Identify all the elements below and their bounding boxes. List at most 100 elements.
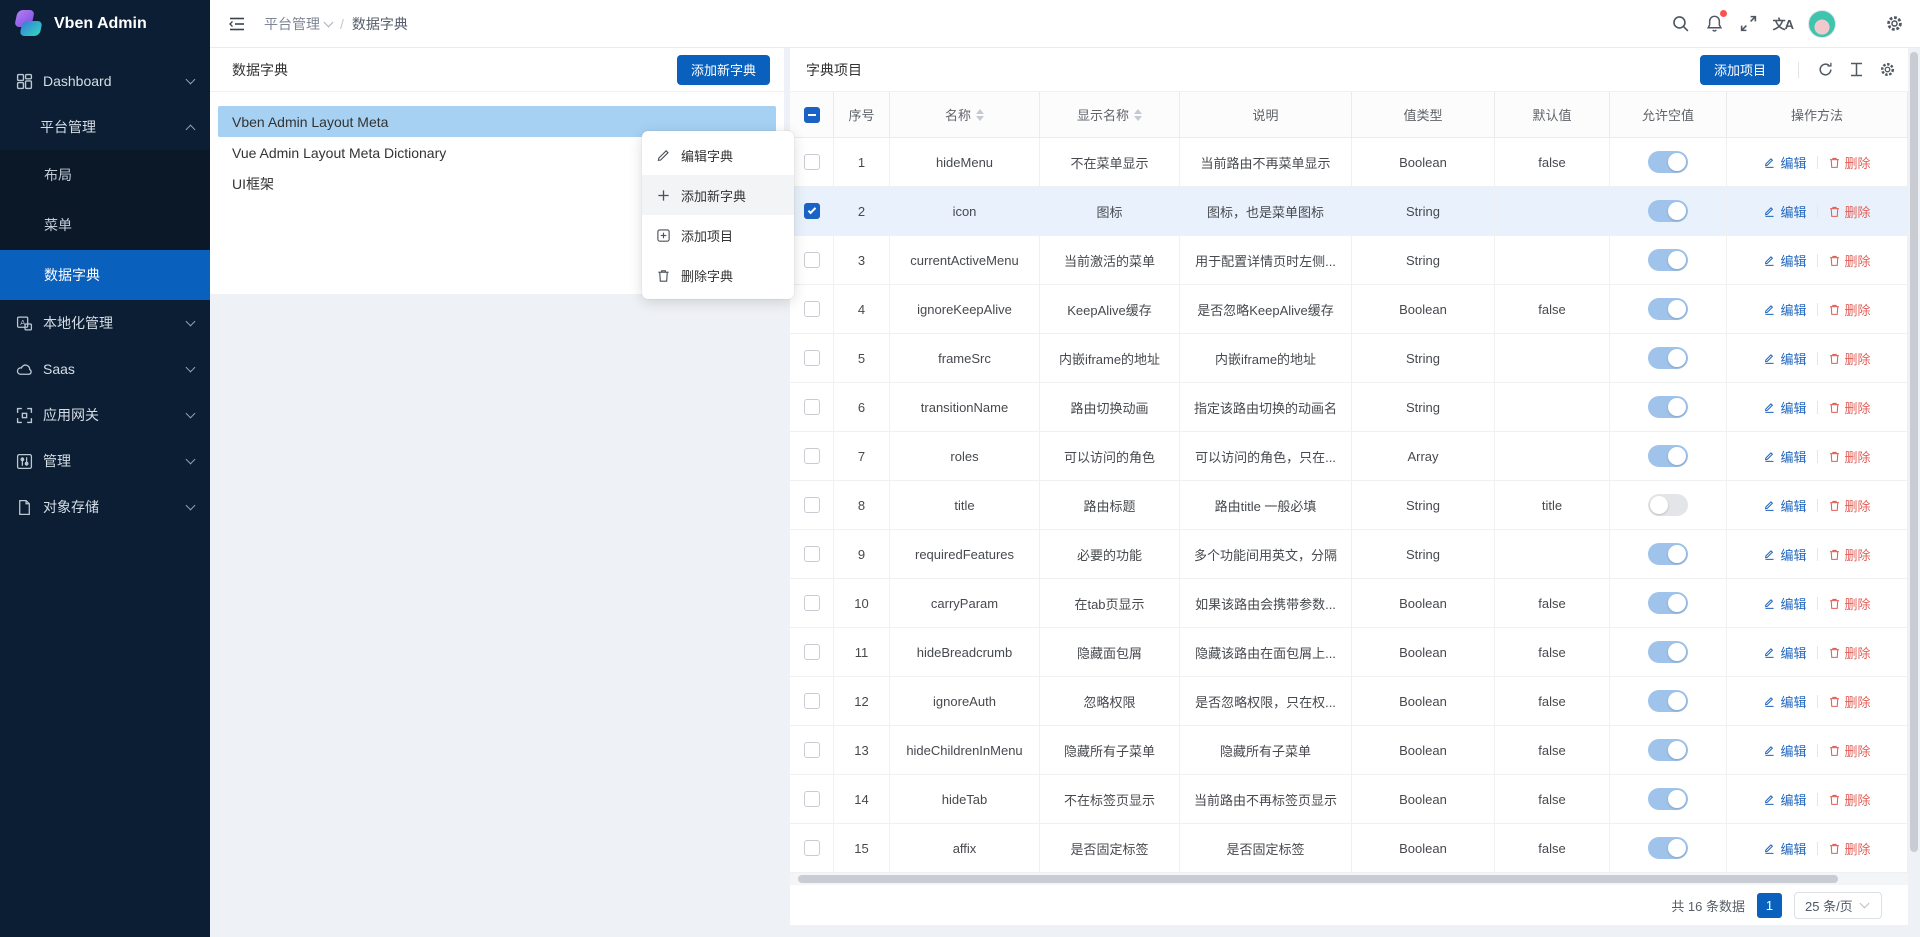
allow-empty-toggle[interactable] bbox=[1648, 837, 1688, 859]
edit-button[interactable]: 编辑 bbox=[1763, 496, 1806, 515]
sidebar-item-manage[interactable]: 管理 bbox=[0, 438, 210, 484]
horizontal-scrollbar[interactable] bbox=[790, 873, 1908, 885]
delete-button[interactable]: 删除 bbox=[1828, 741, 1871, 760]
sidebar-item-layout[interactable]: 布局 bbox=[0, 150, 210, 200]
column-header-display-name[interactable]: 显示名称 bbox=[1040, 92, 1180, 137]
row-checkbox[interactable] bbox=[804, 595, 820, 611]
allow-empty-toggle[interactable] bbox=[1648, 445, 1688, 467]
row-checkbox[interactable] bbox=[804, 399, 820, 415]
edit-button[interactable]: 编辑 bbox=[1763, 790, 1806, 809]
sort-icon[interactable] bbox=[1134, 109, 1142, 121]
column-header-name[interactable]: 名称 bbox=[890, 92, 1040, 137]
row-checkbox[interactable] bbox=[804, 203, 820, 219]
edit-button[interactable]: 编辑 bbox=[1763, 153, 1806, 172]
menu-fold-icon[interactable] bbox=[228, 15, 246, 33]
fullscreen-icon[interactable] bbox=[1739, 14, 1758, 33]
gear-icon[interactable] bbox=[1879, 61, 1896, 78]
search-icon[interactable] bbox=[1671, 14, 1690, 33]
delete-button[interactable]: 删除 bbox=[1828, 300, 1871, 319]
add-item-button[interactable]: 添加项目 bbox=[1700, 55, 1780, 85]
row-height-icon[interactable] bbox=[1848, 61, 1865, 78]
allow-empty-toggle[interactable] bbox=[1648, 347, 1688, 369]
edit-button[interactable]: 编辑 bbox=[1763, 447, 1806, 466]
allow-empty-toggle[interactable] bbox=[1648, 592, 1688, 614]
breadcrumb-item-platform[interactable]: 平台管理 bbox=[264, 14, 332, 34]
edit-button[interactable]: 编辑 bbox=[1763, 545, 1806, 564]
sidebar-item-data-dictionary[interactable]: 数据字典 bbox=[0, 250, 210, 300]
edit-button[interactable]: 编辑 bbox=[1763, 398, 1806, 417]
sidebar-item-menu[interactable]: 菜单 bbox=[0, 200, 210, 250]
sidebar-item-saas[interactable]: Saas bbox=[0, 346, 210, 392]
delete-button[interactable]: 删除 bbox=[1828, 692, 1871, 711]
row-checkbox[interactable] bbox=[804, 350, 820, 366]
row-checkbox[interactable] bbox=[804, 497, 820, 513]
logo[interactable]: Vben Admin bbox=[0, 0, 210, 48]
row-checkbox[interactable] bbox=[804, 301, 820, 317]
allow-empty-toggle[interactable] bbox=[1648, 690, 1688, 712]
delete-button[interactable]: 删除 bbox=[1828, 349, 1871, 368]
delete-button[interactable]: 删除 bbox=[1828, 643, 1871, 662]
delete-button[interactable]: 删除 bbox=[1828, 153, 1871, 172]
vertical-scrollbar[interactable] bbox=[1910, 52, 1918, 932]
delete-button[interactable]: 删除 bbox=[1828, 839, 1871, 858]
delete-button[interactable]: 删除 bbox=[1828, 447, 1871, 466]
add-dictionary-button[interactable]: 添加新字典 bbox=[677, 55, 770, 85]
select-all-checkbox[interactable] bbox=[804, 107, 820, 123]
sidebar-item-object-storage[interactable]: 对象存储 bbox=[0, 484, 210, 530]
allow-empty-toggle[interactable] bbox=[1648, 788, 1688, 810]
delete-button[interactable]: 删除 bbox=[1828, 202, 1871, 221]
row-checkbox[interactable] bbox=[804, 791, 820, 807]
allow-empty-toggle[interactable] bbox=[1648, 249, 1688, 271]
allow-empty-toggle[interactable] bbox=[1648, 200, 1688, 222]
row-checkbox[interactable] bbox=[804, 693, 820, 709]
edit-button[interactable]: 编辑 bbox=[1763, 594, 1806, 613]
row-checkbox[interactable] bbox=[804, 448, 820, 464]
row-checkbox[interactable] bbox=[804, 742, 820, 758]
delete-button[interactable]: 删除 bbox=[1828, 594, 1871, 613]
edit-button[interactable]: 编辑 bbox=[1763, 692, 1806, 711]
allow-empty-toggle[interactable] bbox=[1648, 151, 1688, 173]
avatar[interactable] bbox=[1808, 10, 1836, 38]
context-menu-add-item[interactable]: 添加项目 bbox=[642, 215, 794, 255]
edit-button[interactable]: 编辑 bbox=[1763, 349, 1806, 368]
allow-empty-toggle[interactable] bbox=[1648, 494, 1688, 516]
edit-button[interactable]: 编辑 bbox=[1763, 741, 1806, 760]
edit-button[interactable]: 编辑 bbox=[1763, 643, 1806, 662]
horizontal-scrollbar-thumb[interactable] bbox=[798, 875, 1838, 883]
page-size-select[interactable]: 25 条/页 bbox=[1794, 892, 1882, 919]
row-checkbox[interactable] bbox=[804, 252, 820, 268]
sidebar-group-platform[interactable]: 平台管理 bbox=[0, 104, 210, 150]
row-checkbox[interactable] bbox=[804, 840, 820, 856]
allow-empty-toggle[interactable] bbox=[1648, 641, 1688, 663]
allow-empty-toggle[interactable] bbox=[1648, 543, 1688, 565]
vertical-scrollbar-thumb[interactable] bbox=[1910, 52, 1918, 852]
edit-button[interactable]: 编辑 bbox=[1763, 300, 1806, 319]
row-checkbox[interactable] bbox=[804, 644, 820, 660]
refresh-icon[interactable] bbox=[1817, 61, 1834, 78]
delete-button[interactable]: 删除 bbox=[1828, 398, 1871, 417]
page-number-button[interactable]: 1 bbox=[1757, 893, 1782, 918]
delete-button[interactable]: 删除 bbox=[1828, 545, 1871, 564]
allow-empty-toggle[interactable] bbox=[1648, 739, 1688, 761]
edit-button[interactable]: 编辑 bbox=[1763, 839, 1806, 858]
delete-button[interactable]: 删除 bbox=[1828, 496, 1871, 515]
delete-button[interactable]: 删除 bbox=[1828, 251, 1871, 270]
context-menu-delete-dictionary[interactable]: 删除字典 bbox=[642, 255, 794, 295]
notification-bell-icon[interactable] bbox=[1705, 14, 1724, 33]
sidebar-item-localization[interactable]: A 本地化管理 bbox=[0, 300, 210, 346]
row-checkbox[interactable] bbox=[804, 546, 820, 562]
edit-button[interactable]: 编辑 bbox=[1763, 251, 1806, 270]
sidebar-item-gateway[interactable]: 应用网关 bbox=[0, 392, 210, 438]
sort-icon[interactable] bbox=[976, 109, 984, 121]
context-menu-add-dictionary[interactable]: 添加新字典 bbox=[642, 175, 794, 215]
allow-empty-toggle[interactable] bbox=[1648, 396, 1688, 418]
allow-empty-toggle[interactable] bbox=[1648, 298, 1688, 320]
settings-gear-icon[interactable] bbox=[1885, 14, 1904, 33]
cell-value-type: Boolean bbox=[1352, 775, 1495, 823]
delete-button[interactable]: 删除 bbox=[1828, 790, 1871, 809]
row-checkbox[interactable] bbox=[804, 154, 820, 170]
edit-button[interactable]: 编辑 bbox=[1763, 202, 1806, 221]
context-menu-edit-dictionary[interactable]: 编辑字典 bbox=[642, 135, 794, 175]
sidebar-item-dashboard[interactable]: Dashboard bbox=[0, 58, 210, 104]
language-icon[interactable]: 文A bbox=[1773, 14, 1793, 33]
